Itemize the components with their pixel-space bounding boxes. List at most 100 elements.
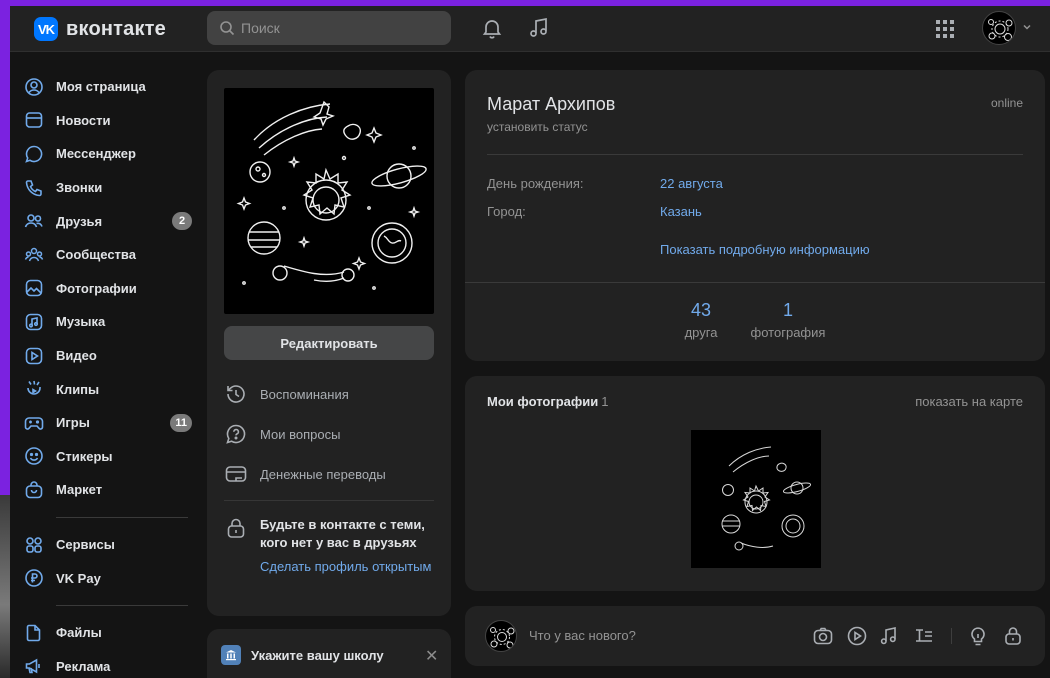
user-circle-icon (25, 77, 43, 96)
sidebar-item-my-page[interactable]: Моя страница (24, 70, 194, 104)
friends-number: 43 (690, 300, 712, 320)
card-icon (225, 466, 247, 482)
sidebar-item-friends[interactable]: Друзья 2 (24, 204, 194, 238)
wallpaper-frame-left (0, 0, 10, 495)
sidebar-item-services[interactable]: Сервисы (24, 528, 194, 562)
school-icon (221, 645, 241, 665)
school-prompt[interactable]: Укажите вашу школу ✕ (207, 629, 451, 678)
megaphone-icon (25, 658, 40, 674)
sidebar-item-messenger[interactable]: Мессенджер (24, 137, 194, 171)
sidebar-item-label: Новости (56, 112, 111, 128)
search-icon (220, 21, 235, 36)
make-profile-open-link[interactable]: Сделать профиль открытым (260, 558, 440, 576)
phone-icon (25, 179, 42, 196)
friends-counter[interactable]: 43 друга (671, 300, 731, 340)
vk-logo[interactable]: VK вконтакте (34, 17, 166, 41)
show-on-map-link[interactable]: показать на карте (915, 394, 1023, 409)
sidebar-item-label: Мессенджер (56, 146, 136, 162)
field-key: Город: (487, 204, 526, 219)
profile-avatar[interactable] (224, 88, 434, 314)
sidebar-item-label: Видео (56, 348, 97, 364)
sidebar-item-label: Клипы (56, 381, 100, 397)
sidebar-divider (56, 516, 188, 518)
sidebar-item-news[interactable]: Новости (24, 104, 194, 138)
apps-grid-icon[interactable] (935, 19, 955, 39)
sidebar-item-vk-pay[interactable]: VK Pay (24, 561, 194, 595)
sidebar-item-ads[interactable]: Реклама (24, 650, 194, 678)
music-icon[interactable] (878, 625, 900, 647)
sidebar-item-games[interactable]: Игры 11 (24, 406, 194, 440)
games-count-badge: 11 (170, 413, 192, 432)
set-status-link[interactable]: установить статус (487, 120, 588, 134)
avatar[interactable] (982, 11, 1016, 45)
edit-profile-button[interactable]: Редактировать (224, 326, 434, 360)
new-post-box: Что у вас нового? (465, 606, 1045, 666)
sidebar-item-stickers[interactable]: Стикеры (24, 440, 194, 474)
menu-label: Воспоминания (260, 386, 349, 402)
play-icon[interactable] (846, 625, 868, 647)
camera-icon[interactable] (812, 625, 834, 647)
sidebar-item-photos[interactable]: Фотографии (24, 272, 194, 306)
top-header: VK вконтакте (10, 6, 1050, 52)
sidebar-item-files[interactable]: Файлы (24, 616, 194, 650)
photo-thumbnail[interactable] (691, 430, 821, 568)
profile-name: Марат Архипов (487, 94, 616, 114)
video-icon (25, 347, 43, 364)
chevron-down-icon[interactable] (1022, 22, 1032, 32)
sidebar-nav: Моя страница Новости Мессенджер Звонки Д… (24, 70, 194, 678)
file-icon (26, 624, 41, 642)
profile-row-birthday: День рождения: 22 августа (487, 176, 723, 191)
sidebar-item-calls[interactable]: Звонки (24, 171, 194, 205)
photos-title[interactable]: Мои фотографии 1 (487, 394, 609, 409)
sidebar-item-label: Фотографии (56, 280, 137, 296)
bell-icon[interactable] (480, 16, 504, 40)
ruble-icon (25, 569, 43, 587)
lightbulb-icon[interactable] (967, 625, 989, 647)
avatar (485, 620, 517, 652)
privacy-text: Будьте в контакте с теми, кого нет у вас… (260, 517, 425, 550)
city-link[interactable]: Казань (660, 204, 702, 219)
sidebar-item-clips[interactable]: Клипы (24, 372, 194, 406)
toolbar-separator (951, 628, 952, 644)
lock-icon (227, 518, 245, 538)
sidebar-item-label: Стикеры (56, 448, 113, 464)
profile-divider (487, 154, 1023, 155)
sidebar-item-market[interactable]: Маркет (24, 473, 194, 507)
sidebar-item-label: Файлы (56, 625, 102, 641)
sidebar-item-label: Моя страница (56, 79, 146, 95)
photo-icon (25, 280, 43, 297)
message-icon (25, 145, 43, 163)
show-details-link[interactable]: Показать подробную информацию (660, 242, 870, 257)
smile-icon (25, 447, 43, 466)
music-icon[interactable] (527, 16, 551, 40)
search-input[interactable] (241, 20, 431, 36)
music-icon (25, 313, 43, 331)
article-icon[interactable] (913, 625, 935, 647)
new-post-input[interactable]: Что у вас нового? (529, 628, 636, 643)
close-icon[interactable]: ✕ (425, 646, 438, 666)
profile-divider (465, 282, 1045, 283)
menu-label: Мои вопросы (260, 426, 341, 442)
profile-info-card: Марат Архипов установить статус online Д… (465, 70, 1045, 361)
memories-link[interactable]: Воспоминания (224, 382, 349, 406)
sidebar-divider (56, 604, 188, 606)
clips-icon (27, 381, 41, 395)
search-box[interactable] (207, 11, 451, 45)
sidebar-item-video[interactable]: Видео (24, 339, 194, 373)
history-icon (227, 385, 245, 403)
communities-icon (24, 247, 44, 262)
sidebar-item-label: Музыка (56, 314, 106, 330)
sidebar-item-communities[interactable]: Сообщества (24, 238, 194, 272)
menu-label: Денежные переводы (260, 466, 386, 482)
photos-counter[interactable]: 1 фотография (745, 300, 831, 340)
friends-label: друга (684, 325, 718, 340)
desktop-wallpaper (0, 495, 10, 678)
sidebar-item-label: Друзья (56, 213, 103, 229)
money-transfers-link[interactable]: Денежные переводы (224, 462, 386, 486)
birthday-link[interactable]: 22 августа (660, 176, 723, 191)
sidebar-item-music[interactable]: Музыка (24, 305, 194, 339)
sidebar-item-label: Звонки (56, 180, 103, 196)
my-questions-link[interactable]: Мои вопросы (224, 422, 340, 446)
photos-number: 1 (782, 300, 793, 320)
lock-icon[interactable] (1002, 625, 1024, 647)
